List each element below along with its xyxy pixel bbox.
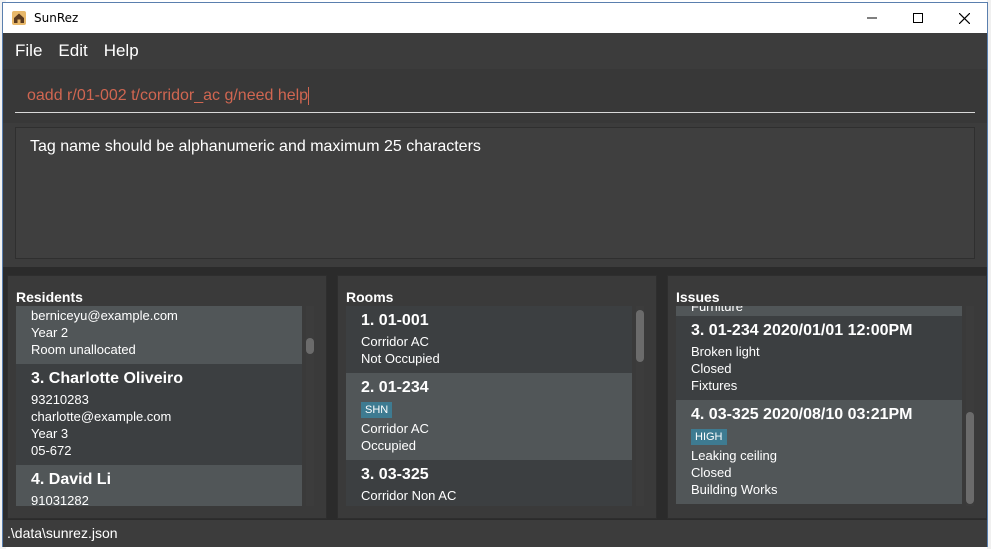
resident-year: Year 2 [31,325,69,340]
room-type: Corridor AC [361,334,429,349]
issue-header: 3. 01-234 2020/01/01 12:00PM [691,322,913,339]
app-window: SunRez File Edit Help oadd r/01-002 t/co… [2,2,988,547]
room-number: 2. 01-234 [361,379,429,396]
command-area: oadd r/01-002 t/corridor_ac g/need help [3,69,987,123]
resident-phone: 93210283 [31,392,89,407]
rooms-scroll-thumb[interactable] [636,310,644,362]
menu-file[interactable]: File [7,41,50,61]
resident-room: Room unallocated [31,342,136,357]
issue-description: Broken light [691,344,760,359]
house-icon [12,11,26,25]
issue-status: Closed [691,361,732,376]
issue-card[interactable]: 3. 01-234 2020/01/01 12:00PM Broken ligh… [676,316,962,400]
issue-header: 4. 03-325 2020/08/10 03:21PM [691,406,913,423]
menu-bar: File Edit Help [3,33,987,68]
issues-list[interactable]: Furniture 3. 01-234 2020/01/01 12:00PM B… [676,306,962,506]
resident-name: 3. Charlotte Oliveiro [31,370,184,387]
room-number: 3. 03-325 [361,466,429,483]
residents-scrollbar[interactable] [306,306,314,506]
resident-card[interactable]: 4. David Li 91031282 [16,465,302,506]
room-type: Corridor AC [361,421,429,436]
rooms-scrollbar[interactable] [636,306,644,506]
residents-title: Residents [16,289,83,305]
close-button[interactable] [941,3,987,33]
issue-card[interactable]: Furniture [676,306,962,316]
resident-email: charlotte@example.com [31,409,172,424]
residents-panel: Residents berniceyu@example.com Year 2 R… [7,275,327,519]
window-title: SunRez [34,11,79,25]
issue-card[interactable]: 4. 03-325 2020/08/10 03:21PM HIGH Leakin… [676,400,962,504]
issue-category: Fixtures [691,378,738,393]
issue-category: Building Works [691,482,778,497]
issue-tag: HIGH [691,429,727,445]
minimize-icon [867,17,877,19]
menu-edit[interactable]: Edit [50,41,95,61]
issues-scrollbar[interactable] [966,306,974,506]
resident-card[interactable]: 3. Charlotte Oliveiro 93210283 charlotte… [16,364,302,465]
room-number: 1. 01-001 [361,312,429,329]
title-bar: SunRez [3,3,987,33]
command-input[interactable]: oadd r/01-002 t/corridor_ac g/need help [15,83,975,113]
menu-help[interactable]: Help [96,41,147,61]
residents-list[interactable]: berniceyu@example.com Year 2 Room unallo… [16,306,302,506]
resident-year: Year 3 [31,426,69,441]
issue-status: Closed [691,465,732,480]
resident-email: berniceyu@example.com [31,308,178,323]
rooms-panel: Rooms 1. 01-001 Corridor AC Not Occupied… [337,275,657,519]
residents-scroll-thumb[interactable] [306,338,314,354]
room-tag: SHN [361,402,393,418]
room-status: Occupied [361,438,416,453]
room-card[interactable]: 2. 01-234 SHN Corridor AC Occupied [346,373,632,460]
rooms-list[interactable]: 1. 01-001 Corridor AC Not Occupied 2. 01… [346,306,632,506]
window-controls [849,3,987,33]
room-status: Not Occupied [361,351,440,366]
maximize-button[interactable] [895,3,941,33]
list-panels: Residents berniceyu@example.com Year 2 R… [3,267,987,520]
issues-scroll-thumb[interactable] [966,412,974,504]
data-file-path: .\data\sunrez.json [7,525,118,541]
issue-category: Furniture [691,306,744,314]
room-card[interactable]: 1. 01-001 Corridor AC Not Occupied [346,306,632,373]
text-caret [308,86,310,105]
room-card[interactable]: 3. 03-325 Corridor Non AC [346,460,632,506]
command-text: oadd r/01-002 t/corridor_ac g/need help [27,87,309,104]
resident-phone: 91031282 [31,493,89,506]
close-icon [958,12,970,24]
issue-description: Leaking ceiling [691,448,778,463]
status-bar: .\data\sunrez.json [3,520,987,547]
issues-panel: Issues Furniture 3. 01-234 2020/01/01 12… [667,275,987,519]
maximize-icon [913,13,923,23]
resident-name: 4. David Li [31,471,112,488]
resident-room: 05-672 [31,443,72,458]
minimize-button[interactable] [849,3,895,33]
rooms-title: Rooms [346,289,394,305]
result-message: Tag name should be alphanumeric and maxi… [30,138,481,155]
resident-card[interactable]: berniceyu@example.com Year 2 Room unallo… [16,306,302,364]
issues-title: Issues [676,289,720,305]
result-display: Tag name should be alphanumeric and maxi… [15,127,975,259]
room-type: Corridor Non AC [361,488,457,503]
